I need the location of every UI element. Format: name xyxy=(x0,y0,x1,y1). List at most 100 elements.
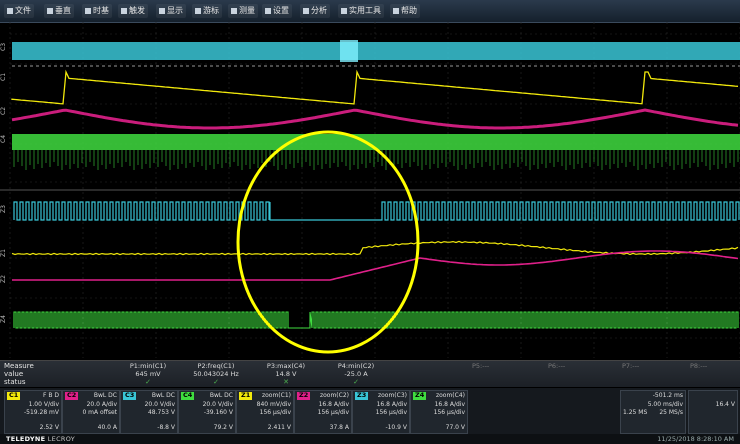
param-name: P3:max(C4) xyxy=(266,362,306,370)
channel-offset: 48.753 V xyxy=(147,409,175,416)
channel-descriptor-c3[interactable]: C3 BwL DC 20.0 V/div 48.753 V -8.8 V xyxy=(120,390,178,434)
channel-offset: 156 µs/div xyxy=(433,409,465,416)
measure-param[interactable]: P2:freq(C1) 50.043024 Hz ✓ xyxy=(186,362,246,386)
channel-offset: -519.28 mV xyxy=(23,409,59,416)
channel-descriptor-c1[interactable]: C1 F B D 1.00 V/div -519.28 mV 2.52 V xyxy=(4,390,62,434)
channel-coupling: BwL DC xyxy=(93,392,117,399)
timebase-rate: 25 MS/s xyxy=(659,409,683,416)
menu-label: 设置 xyxy=(273,6,289,15)
menu-utilities[interactable]: 实用工具 xyxy=(338,4,384,18)
param-value: 50.043024 Hz xyxy=(193,370,239,378)
menu-label: 分析 xyxy=(311,6,327,15)
timebase-div: 5.00 ms/div xyxy=(647,401,683,408)
menu-cursor[interactable]: 游标 xyxy=(192,4,222,18)
menu-analysis[interactable]: 分析 xyxy=(300,4,330,18)
trigger-level: 16.4 V xyxy=(715,401,735,408)
measure-param[interactable]: P4:min(C2) -25.0 A ✓ xyxy=(326,362,386,386)
menu-trigger[interactable]: 触发 xyxy=(118,4,148,18)
channel-descriptor-z1[interactable]: Z1 zoom(C1) 840 mV/div 156 µs/div 2.411 V xyxy=(236,390,294,434)
trace-label: Z2 xyxy=(0,275,7,283)
analysis-icon xyxy=(303,8,309,14)
timebase-descriptor[interactable]: -501.2 ms 5.00 ms/div 1.25 MS 25 MS/s xyxy=(620,390,686,434)
menu-label: 游标 xyxy=(203,6,219,15)
channel-descriptor-z3[interactable]: Z3 zoom(C3) 16.8 A/div 156 µs/div -10.9 V xyxy=(352,390,410,434)
timebase-icon xyxy=(85,8,91,14)
measure-param-empty[interactable]: P5:--- xyxy=(472,362,489,370)
channel-scale: 16.8 A/div xyxy=(434,401,465,408)
display-icon xyxy=(159,8,165,14)
trace-c3-highlight xyxy=(340,40,358,62)
channel-coupling: zoom(C2) xyxy=(319,392,349,399)
measure-param-empty[interactable]: P6:--- xyxy=(548,362,565,370)
channel-tag: C1 xyxy=(7,391,21,400)
trace-label: C3 xyxy=(0,43,7,51)
channel-descriptor-z2[interactable]: Z2 zoom(C2) 16.8 A/div 156 µs/div 37.8 A xyxy=(294,390,352,434)
timestamp: 11/25/2018 8:28:10 AM xyxy=(657,435,734,443)
measure-status-label: status xyxy=(4,378,26,386)
channel-tag: C4 xyxy=(181,391,195,400)
trace-c3-band xyxy=(12,42,740,60)
menu-help[interactable]: 帮助 xyxy=(390,4,420,18)
measure-param-empty[interactable]: P7:--- xyxy=(622,362,639,370)
menu-display[interactable]: 显示 xyxy=(156,4,186,18)
status-footer: TELEDYNE LECROY 11/25/2018 8:28:10 AM xyxy=(0,434,740,444)
channel-descriptor-c4[interactable]: C4 BwL DC 20.0 V/div -39.160 V 79.2 V xyxy=(178,390,236,434)
trigger-descriptor[interactable]: 16.4 V xyxy=(688,390,738,434)
channel-readout: 37.8 A xyxy=(329,423,349,431)
channel-tag: Z1 xyxy=(239,391,253,400)
trace-label: Z4 xyxy=(0,315,7,323)
waveform-canvas[interactable]: C3 C1 C2 C4 Z3 Z1 Z2 Z4 xyxy=(0,22,740,358)
measure-param[interactable]: P1:min(C1) 645 mV ✓ xyxy=(118,362,178,386)
menu-measure[interactable]: 测量 xyxy=(228,4,258,18)
channel-readout: 79.2 V xyxy=(213,423,233,431)
channel-scale: 16.8 A/div xyxy=(318,401,349,408)
channel-coupling: zoom(C1) xyxy=(261,392,291,399)
channel-descriptor-c2[interactable]: C2 BwL DC 20.0 A/div 0 mA offset 40.0 A xyxy=(62,390,120,434)
menu-label: 测量 xyxy=(239,6,255,15)
help-icon xyxy=(393,8,399,14)
menu-label: 时基 xyxy=(93,6,109,15)
channel-readout: 2.52 V xyxy=(39,423,59,431)
waveform-display[interactable]: C3 C1 C2 C4 Z3 Z1 Z2 Z4 xyxy=(0,22,740,358)
measure-param-empty[interactable]: P8:--- xyxy=(690,362,707,370)
channel-coupling: BwL DC xyxy=(209,392,233,399)
param-status: ✓ xyxy=(353,378,359,386)
menu-label: 文件 xyxy=(15,6,31,15)
trace-label: C4 xyxy=(0,135,7,143)
param-name: P1:min(C1) xyxy=(129,362,167,370)
channel-scale: 16.8 A/div xyxy=(376,401,407,408)
measure-param[interactable]: P3:max(C4) 14.8 V ✕ xyxy=(256,362,316,386)
menu-bar: 文件 垂直 时基 触发 显示 游标 测量 设置 分析 实用工具 帮助 xyxy=(0,0,740,23)
channel-scale: 20.0 V/div xyxy=(202,401,233,408)
channel-readout: 77.0 V xyxy=(445,423,465,431)
measure-value-label: value xyxy=(4,370,24,378)
param-value: -25.0 A xyxy=(344,370,368,378)
brand-logo: TELEDYNE LECROY xyxy=(6,435,76,443)
channel-scale: 1.00 V/div xyxy=(28,401,59,408)
vertical-icon xyxy=(47,8,53,14)
channel-scale: 20.0 A/div xyxy=(86,401,117,408)
menu-vertical[interactable]: 垂直 xyxy=(44,4,74,18)
trace-z4 xyxy=(13,311,739,329)
param-status: ✓ xyxy=(145,378,151,386)
channel-readout: -10.9 V xyxy=(385,423,407,431)
utilities-icon xyxy=(341,8,347,14)
channel-offset: 156 µs/div xyxy=(259,409,291,416)
menu-setup[interactable]: 设置 xyxy=(262,4,292,18)
menu-file[interactable]: 文件 xyxy=(4,4,34,18)
trace-label: C1 xyxy=(0,73,7,81)
measure-bar[interactable]: Measure value status P1:min(C1) 645 mV ✓… xyxy=(0,360,740,387)
channel-descriptor-bar: C1 F B D 1.00 V/div -519.28 mV 2.52 V C2 Bw… xyxy=(0,388,740,434)
channel-scale: 20.0 V/div xyxy=(144,401,175,408)
channel-coupling: zoom(C3) xyxy=(377,392,407,399)
param-status: ✕ xyxy=(283,378,289,386)
measure-title: Measure xyxy=(4,362,34,370)
menu-timebase[interactable]: 时基 xyxy=(82,4,112,18)
cursor-icon xyxy=(195,8,201,14)
channel-descriptor-z4[interactable]: Z4 zoom(C4) 16.8 A/div 156 µs/div 77.0 V xyxy=(410,390,468,434)
channel-coupling: F B D xyxy=(42,392,59,399)
measure-icon xyxy=(231,8,237,14)
channel-offset: -39.160 V xyxy=(203,409,233,416)
channel-readout: 2.411 V xyxy=(267,423,291,431)
channel-tag: C3 xyxy=(123,391,137,400)
